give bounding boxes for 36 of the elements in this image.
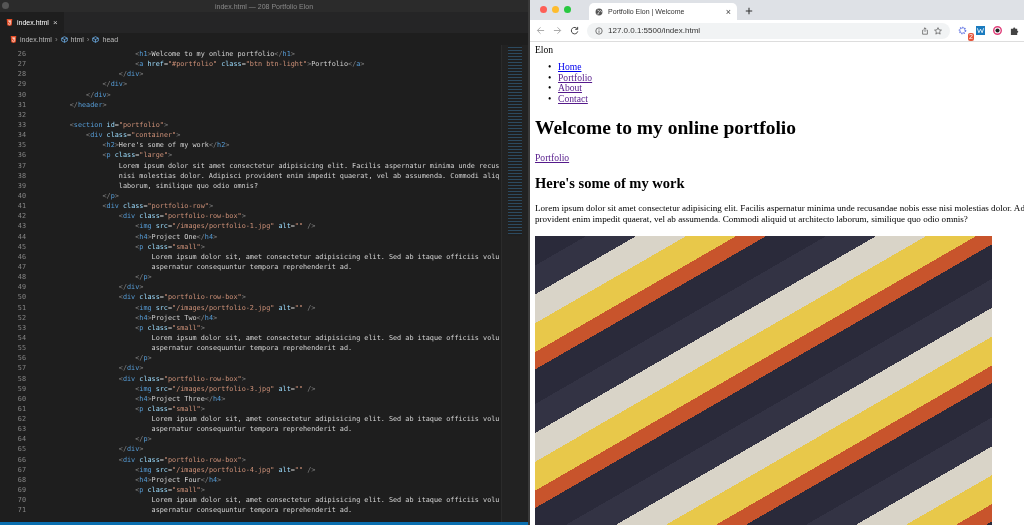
html-file-icon: [6, 19, 13, 26]
puzzle-icon[interactable]: [1009, 26, 1019, 35]
bullet-icon: •: [548, 72, 558, 83]
chevron-icon: ›: [86, 34, 90, 44]
gear-icon[interactable]: [957, 25, 967, 35]
section-heading: Here's some of my work: [535, 175, 686, 192]
nav-link[interactable]: Home: [558, 62, 582, 73]
close-icon[interactable]: ×: [52, 18, 58, 27]
portfolio-link[interactable]: Portfolio: [535, 152, 570, 163]
page-heading: Welcome to my online portfolio: [535, 117, 798, 139]
window-control-icon[interactable]: [2, 2, 9, 9]
w-letter-icon[interactable]: [975, 26, 985, 35]
close-icon[interactable]: ×: [725, 6, 731, 17]
info-icon: [595, 26, 603, 35]
nav-link[interactable]: About: [558, 83, 582, 94]
ring-icon[interactable]: [992, 26, 1002, 35]
cube-icon: [92, 35, 100, 43]
chevron-icon: ›: [54, 34, 58, 44]
share-icon[interactable]: [920, 26, 929, 35]
reload-icon[interactable]: [570, 26, 579, 35]
html-file-icon: [10, 35, 17, 43]
address-bar[interactable]: 127.0.0.1:5500/index.html: [587, 22, 950, 39]
nav-link[interactable]: Portfolio: [558, 72, 593, 83]
site-brand: Elon: [535, 44, 555, 55]
intro-paragraph: Lorem ipsum dolor sit amet consectetur adipisicing elit. Facilis aspernatur minima unde recusandae nobis esse nisi molestias dolor. Ad provident enim impedit quaerat, vel ab assumenda. Commodi aliquid ut architecto laborum, similique quo odio omnis?: [535, 203, 1024, 225]
globe-icon: [595, 7, 603, 16]
bullet-icon: •: [548, 83, 558, 94]
nav-link[interactable]: Contact: [558, 93, 588, 104]
bullet-icon: •: [548, 93, 558, 104]
bullet-icon: •: [548, 62, 558, 73]
plus-icon[interactable]: [745, 7, 753, 15]
star-icon[interactable]: [933, 26, 942, 35]
cube-icon: [60, 35, 68, 43]
minimap[interactable]: [501, 45, 528, 522]
forward-arrow-icon[interactable]: [553, 26, 562, 35]
back-arrow-icon[interactable]: [536, 26, 545, 35]
